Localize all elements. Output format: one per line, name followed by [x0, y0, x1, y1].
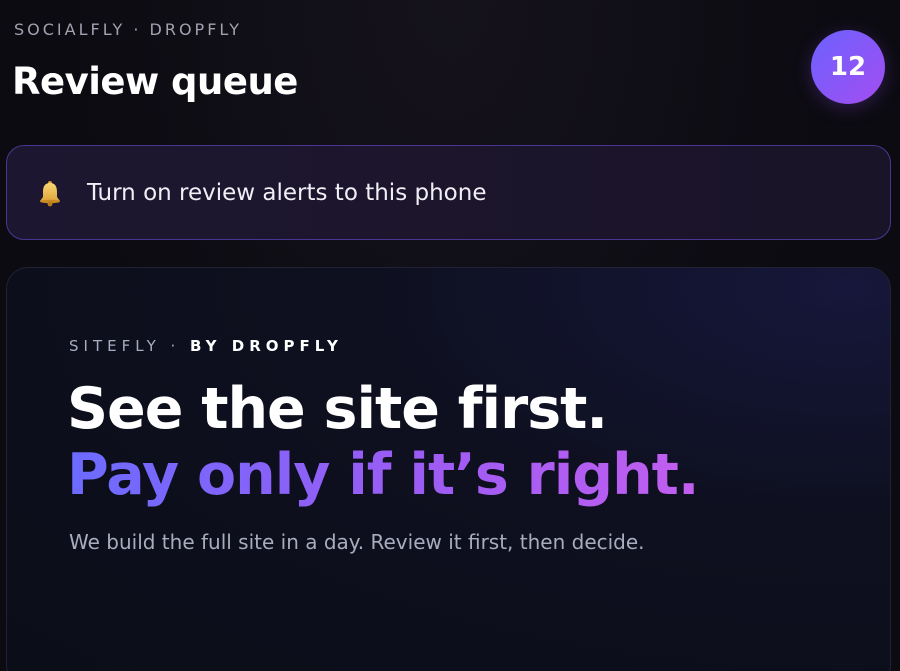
promo-headline-accent: Pay only if it’s right.: [67, 442, 700, 508]
bell-icon: [35, 178, 65, 208]
review-queue-screen: SOCIALFLY · DROPFLY Review queue 12 Turn…: [0, 0, 900, 671]
review-alerts-label: Turn on review alerts to this phone: [87, 179, 487, 206]
promo-eyebrow-brand: BY DROPFLY: [190, 337, 343, 355]
promo-subtitle: We build the full site in a day. Review …: [69, 530, 645, 554]
promo-headline: See the site first.: [67, 376, 608, 442]
sitefly-promo-card[interactable]: SITEFLY · BY DROPFLY See the site first.…: [6, 267, 891, 671]
promo-eyebrow: SITEFLY · BY DROPFLY: [69, 337, 343, 355]
brand-label: SOCIALFLY · DROPFLY: [14, 20, 242, 39]
queue-count-badge[interactable]: 12: [811, 30, 885, 104]
promo-eyebrow-product: SITEFLY ·: [69, 337, 191, 355]
review-alerts-banner[interactable]: Turn on review alerts to this phone: [6, 145, 891, 240]
queue-count: 12: [829, 52, 867, 82]
page-title: Review queue: [12, 60, 298, 103]
